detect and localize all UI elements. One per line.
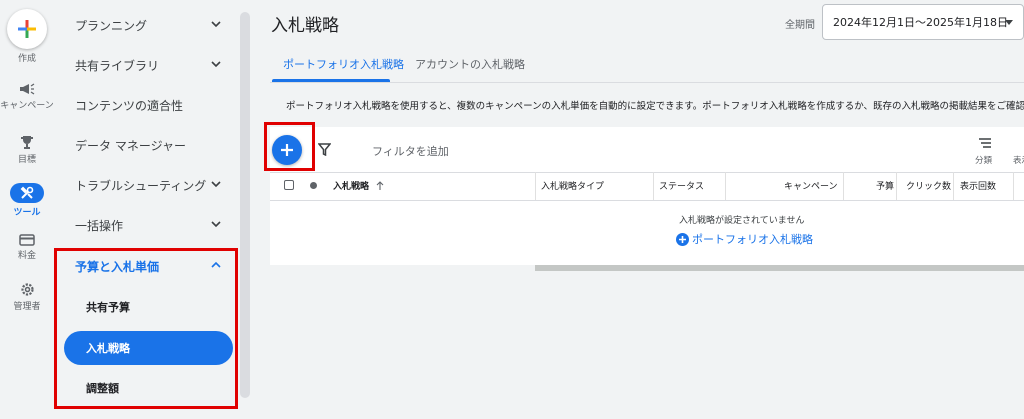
add-circle-icon [676, 232, 689, 246]
tab-portfolio-bid-strategies[interactable]: ポートフォリオ入札戦略 [283, 56, 404, 72]
tools-icon [20, 186, 34, 199]
nav-item-label: トラブルシューティング [75, 178, 207, 193]
description-text: ポートフォリオ入札戦略を使用すると、複数のキャンペーンの入札単価を自動的に設定で… [286, 101, 1024, 112]
left-rail: 作成 キャンペーン 目標 ツール 料金 管理者 [0, 0, 54, 419]
tab-divider [270, 82, 1024, 83]
trophy-icon [21, 136, 33, 149]
rail-item-billing[interactable]: 料金 [0, 234, 54, 261]
column-separator [1013, 172, 1014, 200]
add-filter-input[interactable]: フィルタを追加 [372, 143, 449, 159]
date-range-select[interactable]: 2024年12月1日～2025年1月18日 [822, 4, 1024, 40]
plus-icon [18, 20, 36, 38]
megaphone-icon [20, 83, 35, 95]
chevron-down-icon [211, 181, 221, 188]
column-header-clicks[interactable]: クリック数 [906, 179, 951, 192]
column-header-strategy-type[interactable]: 入札戦略タイプ [541, 179, 604, 192]
nav-scrollbar[interactable] [240, 12, 250, 398]
create-portfolio-strategy-link[interactable]: ポートフォリオ入札戦略 [676, 231, 813, 247]
table-horizontal-scrollbar[interactable] [535, 265, 1024, 271]
segment-icon[interactable] [978, 137, 992, 149]
nav-item-label: 一括操作 [75, 218, 124, 233]
column-header-impressions[interactable]: 表示回数 [960, 179, 996, 192]
chevron-down-icon [211, 221, 221, 228]
nav-item-troubleshooting[interactable]: トラブルシューティング [54, 165, 234, 205]
create-button[interactable] [7, 9, 47, 49]
rail-label: 料金 [17, 251, 36, 261]
nav-item-label: プランニング [75, 18, 148, 33]
google-ads-app: 作成 キャンペーン 目標 ツール 料金 管理者 プランニング 共有ライブラリ コ… [0, 0, 1024, 419]
period-label: 全期間 [785, 20, 815, 31]
rail-item-admin[interactable]: 管理者 [0, 282, 54, 312]
nav-item-data-manager[interactable]: データ マネージャー [54, 125, 234, 165]
create-portfolio-strategy-label: ポートフォリオ入札戦略 [692, 233, 813, 246]
table-header-top-border [270, 172, 1024, 173]
column-header-bid-strategy[interactable]: 入札戦略 [333, 179, 384, 192]
sort-up-arrow-icon [376, 181, 384, 190]
column-separator [896, 172, 897, 200]
column-header-campaigns[interactable]: キャンペーン [784, 179, 838, 192]
page-title: 入札戦略 [271, 16, 339, 36]
select-all-checkbox[interactable] [284, 180, 294, 190]
empty-state-message: 入札戦略が設定されていません [679, 216, 805, 226]
chevron-down-icon [211, 21, 221, 28]
display-label[interactable]: 表示 [1013, 154, 1024, 166]
credit-card-icon [19, 234, 35, 246]
date-range-value: 2024年12月1日～2025年1月18日 [833, 16, 1008, 29]
rail-label: ツール [13, 208, 41, 218]
create-label: 作成 [17, 54, 36, 64]
filter-icon[interactable] [318, 143, 331, 156]
nav-item-shared-library[interactable]: 共有ライブラリ [54, 45, 234, 85]
rail-item-tools[interactable]: ツール [0, 183, 54, 218]
main-content: 入札戦略 全期間 2024年12月1日～2025年1月18日 ポートフォリオ入札… [256, 0, 1024, 419]
status-dot-icon [310, 182, 317, 189]
chevron-down-icon [211, 61, 221, 68]
column-separator [653, 172, 654, 200]
nav-item-content-suitability[interactable]: コンテンツの適合性 [54, 85, 234, 125]
tools-nav-panel: プランニング 共有ライブラリ コンテンツの適合性 データ マネージャー トラブル… [54, 0, 250, 419]
column-separator [843, 172, 844, 200]
column-header-budget[interactable]: 予算 [876, 179, 894, 192]
rail-item-goals[interactable]: 目標 [0, 135, 54, 165]
dropdown-arrow-icon [1005, 20, 1013, 25]
column-separator [953, 172, 954, 200]
column-separator [535, 172, 536, 200]
column-header-status[interactable]: ステータス [659, 179, 704, 192]
nav-item-label: データ マネージャー [75, 138, 186, 153]
segment-label[interactable]: 分類 [975, 154, 992, 166]
nav-item-label: コンテンツの適合性 [75, 98, 184, 113]
nav-item-planning[interactable]: プランニング [54, 5, 234, 45]
rail-label: キャンペーン [0, 101, 54, 111]
rail-item-campaigns[interactable]: キャンペーン [0, 82, 54, 111]
rail-label: 目標 [17, 155, 36, 165]
gear-icon [20, 283, 34, 296]
highlight-box-add-button [264, 122, 315, 171]
nav-item-bulk-actions[interactable]: 一括操作 [54, 205, 234, 245]
table-header-bottom-border [270, 200, 1024, 201]
column-header-label: 入札戦略 [333, 182, 370, 192]
tab-account-bid-strategies[interactable]: アカウントの入札戦略 [415, 56, 525, 72]
column-separator [725, 172, 726, 200]
rail-label: 管理者 [13, 302, 41, 312]
highlight-box-budget-section [54, 248, 238, 409]
nav-item-label: 共有ライブラリ [75, 58, 160, 73]
